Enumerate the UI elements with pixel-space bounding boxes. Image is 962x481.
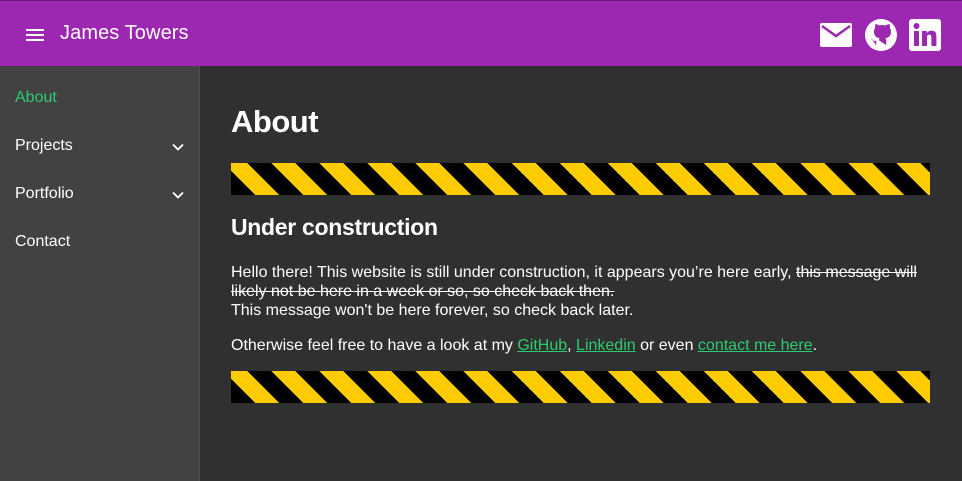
chevron-down-icon: [172, 191, 184, 199]
mail-icon[interactable]: [819, 18, 853, 52]
or-even-text: or even: [635, 337, 698, 354]
otherwise-text: Otherwise feel free to have a look at my: [231, 337, 518, 354]
chevron-down-icon: [172, 143, 184, 151]
linkedin-link[interactable]: Linkedin: [576, 337, 636, 354]
sidebar-item-portfolio[interactable]: Portfolio: [0, 170, 199, 218]
sidebar: About Projects Portfolio Contact: [0, 66, 200, 481]
sidebar-item-label: About: [15, 89, 57, 106]
sidebar-item-contact[interactable]: Contact: [0, 218, 199, 266]
construction-stripe-top: [231, 163, 930, 195]
contact-link[interactable]: contact me here: [698, 337, 813, 354]
page-title: About: [231, 104, 319, 139]
site-title[interactable]: James Towers: [60, 22, 189, 45]
intro-text: Hello there! This website is still under…: [231, 264, 797, 281]
sidebar-item-label: Projects: [15, 137, 73, 154]
forever-text: This message won't be here forever, so c…: [231, 302, 634, 319]
links-paragraph: Otherwise feel free to have a look at my…: [231, 336, 931, 355]
construction-message: Hello there! This website is still under…: [231, 263, 931, 320]
social-links: [819, 18, 943, 52]
top-app-bar: James Towers: [0, 0, 962, 66]
section-heading: Under construction: [231, 214, 438, 240]
sidebar-item-label: Portfolio: [15, 185, 74, 202]
menu-icon[interactable]: [21, 21, 49, 49]
github-link[interactable]: GitHub: [517, 337, 567, 354]
linkedin-icon[interactable]: [908, 18, 942, 52]
comma-text: ,: [567, 337, 577, 354]
sidebar-item-label: Contact: [15, 233, 71, 250]
sidebar-item-projects[interactable]: Projects: [0, 122, 199, 170]
period-text: .: [812, 337, 818, 354]
github-icon[interactable]: [864, 18, 898, 52]
sidebar-item-about[interactable]: About: [0, 74, 199, 122]
main-content: About Under construction Hello there! Th…: [200, 66, 962, 481]
construction-stripe-bottom: [231, 371, 930, 403]
